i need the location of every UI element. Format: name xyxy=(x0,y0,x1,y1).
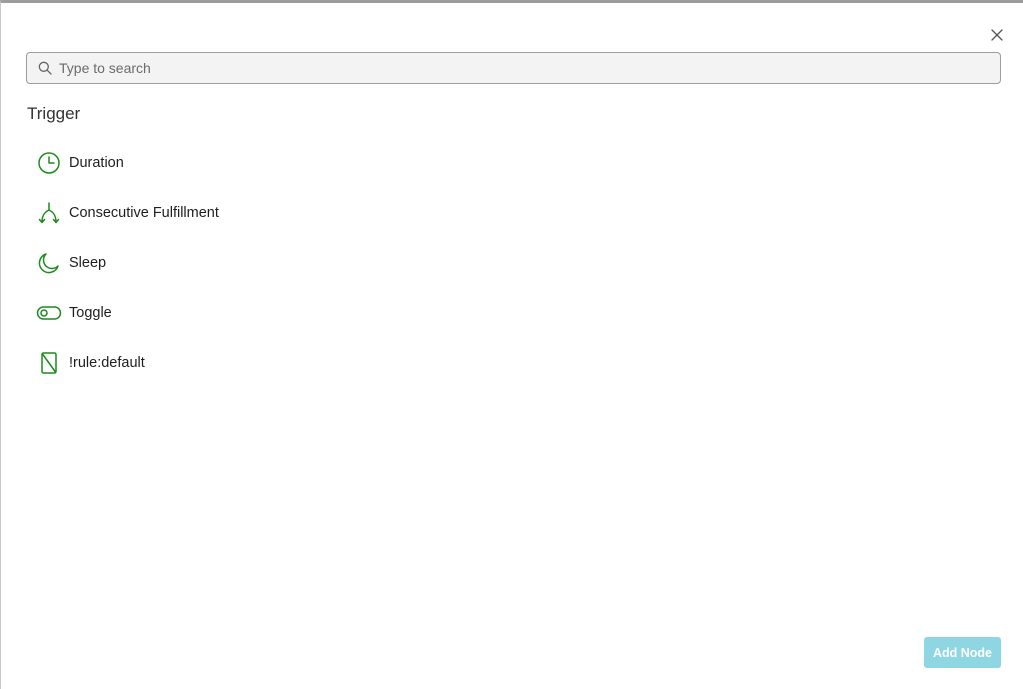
moon-icon xyxy=(35,249,63,277)
list-item-duration[interactable]: Duration xyxy=(27,138,427,188)
list-item-label: Sleep xyxy=(69,255,107,271)
merge-arrows-icon xyxy=(35,199,63,227)
add-node-dialog: Trigger Duration Consecutive Fulfillment xyxy=(0,0,1023,689)
list-item-toggle[interactable]: Toggle xyxy=(27,288,427,338)
list-item-label: Consecutive Fulfillment xyxy=(69,205,219,221)
list-item-label: Toggle xyxy=(69,305,112,321)
list-item-label: !rule:default xyxy=(69,355,145,371)
list-item-rule-default[interactable]: !rule:default xyxy=(27,338,427,388)
list-item-sleep[interactable]: Sleep xyxy=(27,238,427,288)
search-icon xyxy=(37,60,53,76)
list-item-consecutive-fulfillment[interactable]: Consecutive Fulfillment xyxy=(27,188,427,238)
no-rule-icon xyxy=(35,349,63,377)
clock-icon xyxy=(35,149,63,177)
trigger-list: Duration Consecutive Fulfillment Sleep T… xyxy=(27,138,427,388)
close-button[interactable] xyxy=(987,25,1007,45)
search-input[interactable] xyxy=(59,60,1000,76)
close-icon xyxy=(991,29,1003,41)
section-title: Trigger xyxy=(27,104,81,123)
toggle-icon xyxy=(35,299,63,327)
add-node-button[interactable]: Add Node xyxy=(924,637,1001,668)
search-box xyxy=(26,52,1001,84)
list-item-label: Duration xyxy=(69,155,124,171)
